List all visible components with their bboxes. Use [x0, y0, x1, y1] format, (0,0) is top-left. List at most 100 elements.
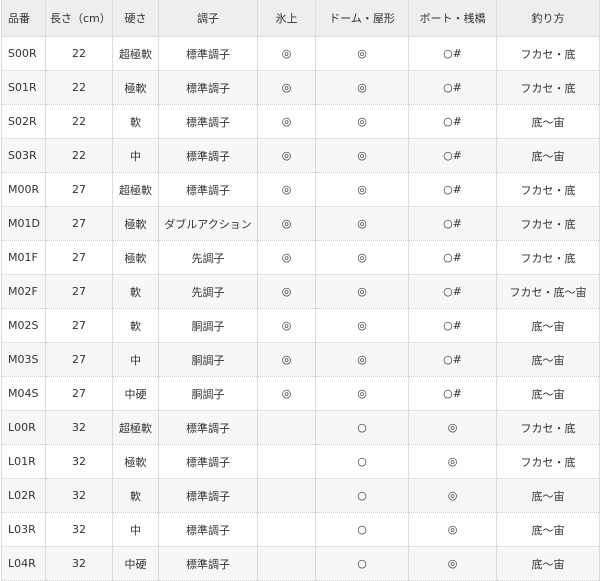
cell-hardness: 極軟	[112, 444, 159, 479]
cell-boat-pier: ○#	[408, 274, 497, 309]
table-row: M01D 27 極軟 ダブルアクション ◎ ◎ ○# フカセ・底	[1, 206, 600, 241]
table-row: S02R 22 軟標準調子 ◎ ◎ ○# 底～宙	[1, 104, 600, 139]
cell-dome-houseboat: ○	[315, 512, 409, 547]
cell-part-number: L02R	[1, 478, 46, 513]
cell-action: 胴調子	[158, 308, 258, 343]
cell-action: 標準調子	[158, 478, 258, 513]
cell-length: 32	[45, 478, 113, 513]
cell-hardness: 中	[112, 342, 159, 377]
rod-spec-table: 品番 長さ（cm） 硬さ 調子 氷上 ドーム・屋形 ボート・桟橋 釣り方 S00…	[1, 0, 600, 581]
cell-on-ice: ◎	[257, 376, 316, 411]
cell-hardness: 極軟	[112, 240, 159, 275]
cell-fishing-method: 底～宙	[496, 138, 600, 173]
cell-part-number: M01D	[1, 206, 46, 241]
cell-on-ice	[257, 410, 316, 445]
cell-on-ice: ◎	[257, 240, 316, 275]
cell-boat-pier: ○#	[408, 308, 497, 343]
cell-length: 27	[45, 206, 113, 241]
header-hardness: 硬さ	[112, 0, 159, 37]
cell-hardness: 超極軟	[112, 410, 159, 445]
header-dome-houseboat: ドーム・屋形	[315, 0, 409, 37]
cell-fishing-method: フカセ・底	[496, 410, 600, 445]
cell-action: 胴調子	[158, 376, 258, 411]
cell-part-number: M04S	[1, 376, 46, 411]
cell-boat-pier: ○#	[408, 138, 497, 173]
cell-dome-houseboat: ◎	[315, 274, 409, 309]
cell-fishing-method: 底～宙	[496, 342, 600, 377]
cell-part-number: M01F	[1, 240, 46, 275]
cell-action: 標準調子	[158, 444, 258, 479]
cell-part-number: S02R	[1, 104, 46, 139]
cell-boat-pier: ◎	[408, 546, 497, 581]
cell-action: 標準調子	[158, 70, 258, 105]
table-row: L00R 32 超極軟 標準調子 ○ ◎ フカセ・底	[1, 410, 600, 445]
table-row: L02R 32 軟標準調子 ○ ◎ 底～宙	[1, 478, 600, 513]
cell-dome-houseboat: ○	[315, 444, 409, 479]
cell-dome-houseboat: ○	[315, 410, 409, 445]
cell-part-number: L04R	[1, 546, 46, 581]
cell-hardness: 中	[112, 138, 159, 173]
cell-on-ice: ◎	[257, 206, 316, 241]
cell-length: 22	[45, 138, 113, 173]
cell-dome-houseboat: ◎	[315, 308, 409, 343]
cell-length: 22	[45, 104, 113, 139]
cell-part-number: L00R	[1, 410, 46, 445]
cell-hardness: 超極軟	[112, 172, 159, 207]
table-row: S01R 22 極軟 標準調子 ◎ ◎ ○# フカセ・底	[1, 70, 600, 105]
cell-action: ダブルアクション	[158, 206, 258, 241]
cell-boat-pier: ◎	[408, 478, 497, 513]
cell-action: 標準調子	[158, 138, 258, 173]
cell-length: 22	[45, 70, 113, 105]
cell-fishing-method: 底～宙	[496, 512, 600, 547]
cell-length: 32	[45, 410, 113, 445]
cell-action: 標準調子	[158, 410, 258, 445]
cell-dome-houseboat: ◎	[315, 138, 409, 173]
cell-on-ice	[257, 512, 316, 547]
cell-hardness: 極軟	[112, 70, 159, 105]
cell-on-ice: ◎	[257, 274, 316, 309]
cell-dome-houseboat: ◎	[315, 342, 409, 377]
cell-boat-pier: ○#	[408, 240, 497, 275]
table-row: L01R 32 極軟 標準調子 ○ ◎ フカセ・底	[1, 444, 600, 479]
cell-action: 標準調子	[158, 172, 258, 207]
table-body: S00R 22 超極軟 標準調子 ◎ ◎ ○# フカセ・底 S01R 22 極軟 標準調子 ◎ ◎ ○# フカ…	[1, 36, 600, 581]
header-length: 長さ（cm）	[45, 0, 113, 37]
table-row: M02F 27 軟先調子 ◎ ◎ ○# フカセ・底～宙	[1, 274, 600, 309]
cell-action: 標準調子	[158, 546, 258, 581]
cell-boat-pier: ○#	[408, 376, 497, 411]
header-action: 調子	[158, 0, 258, 37]
cell-fishing-method: フカセ・底	[496, 70, 600, 105]
header-row: 品番 長さ（cm） 硬さ 調子 氷上 ドーム・屋形 ボート・桟橋 釣り方	[1, 0, 600, 37]
cell-fishing-method: 底～宙	[496, 104, 600, 139]
cell-hardness: 軟	[112, 274, 159, 309]
cell-action: 胴調子	[158, 342, 258, 377]
cell-hardness: 中	[112, 512, 159, 547]
cell-fishing-method: 底～宙	[496, 308, 600, 343]
cell-dome-houseboat: ◎	[315, 36, 409, 71]
cell-length: 27	[45, 308, 113, 343]
cell-part-number: M02S	[1, 308, 46, 343]
cell-hardness: 超極軟	[112, 36, 159, 71]
cell-hardness: 軟	[112, 478, 159, 513]
cell-fishing-method: フカセ・底	[496, 206, 600, 241]
cell-on-ice: ◎	[257, 70, 316, 105]
table-row: M04S 27 中硬 胴調子 ◎ ◎ ○# 底～宙	[1, 376, 600, 411]
table-row: L03R 32 中標準調子 ○ ◎ 底～宙	[1, 512, 600, 547]
cell-dome-houseboat: ○	[315, 546, 409, 581]
cell-dome-houseboat: ◎	[315, 104, 409, 139]
cell-boat-pier: ◎	[408, 444, 497, 479]
cell-hardness: 極軟	[112, 206, 159, 241]
cell-action: 標準調子	[158, 512, 258, 547]
cell-part-number: S01R	[1, 70, 46, 105]
table-row: S03R 22 中標準調子 ◎ ◎ ○# 底～宙	[1, 138, 600, 173]
cell-action: 標準調子	[158, 104, 258, 139]
cell-boat-pier: ◎	[408, 512, 497, 547]
cell-hardness: 中硬	[112, 376, 159, 411]
cell-length: 27	[45, 240, 113, 275]
cell-action: 先調子	[158, 274, 258, 309]
cell-dome-houseboat: ◎	[315, 70, 409, 105]
cell-dome-houseboat: ◎	[315, 206, 409, 241]
cell-length: 32	[45, 512, 113, 547]
header-fishing-method: 釣り方	[496, 0, 600, 37]
cell-length: 22	[45, 36, 113, 71]
